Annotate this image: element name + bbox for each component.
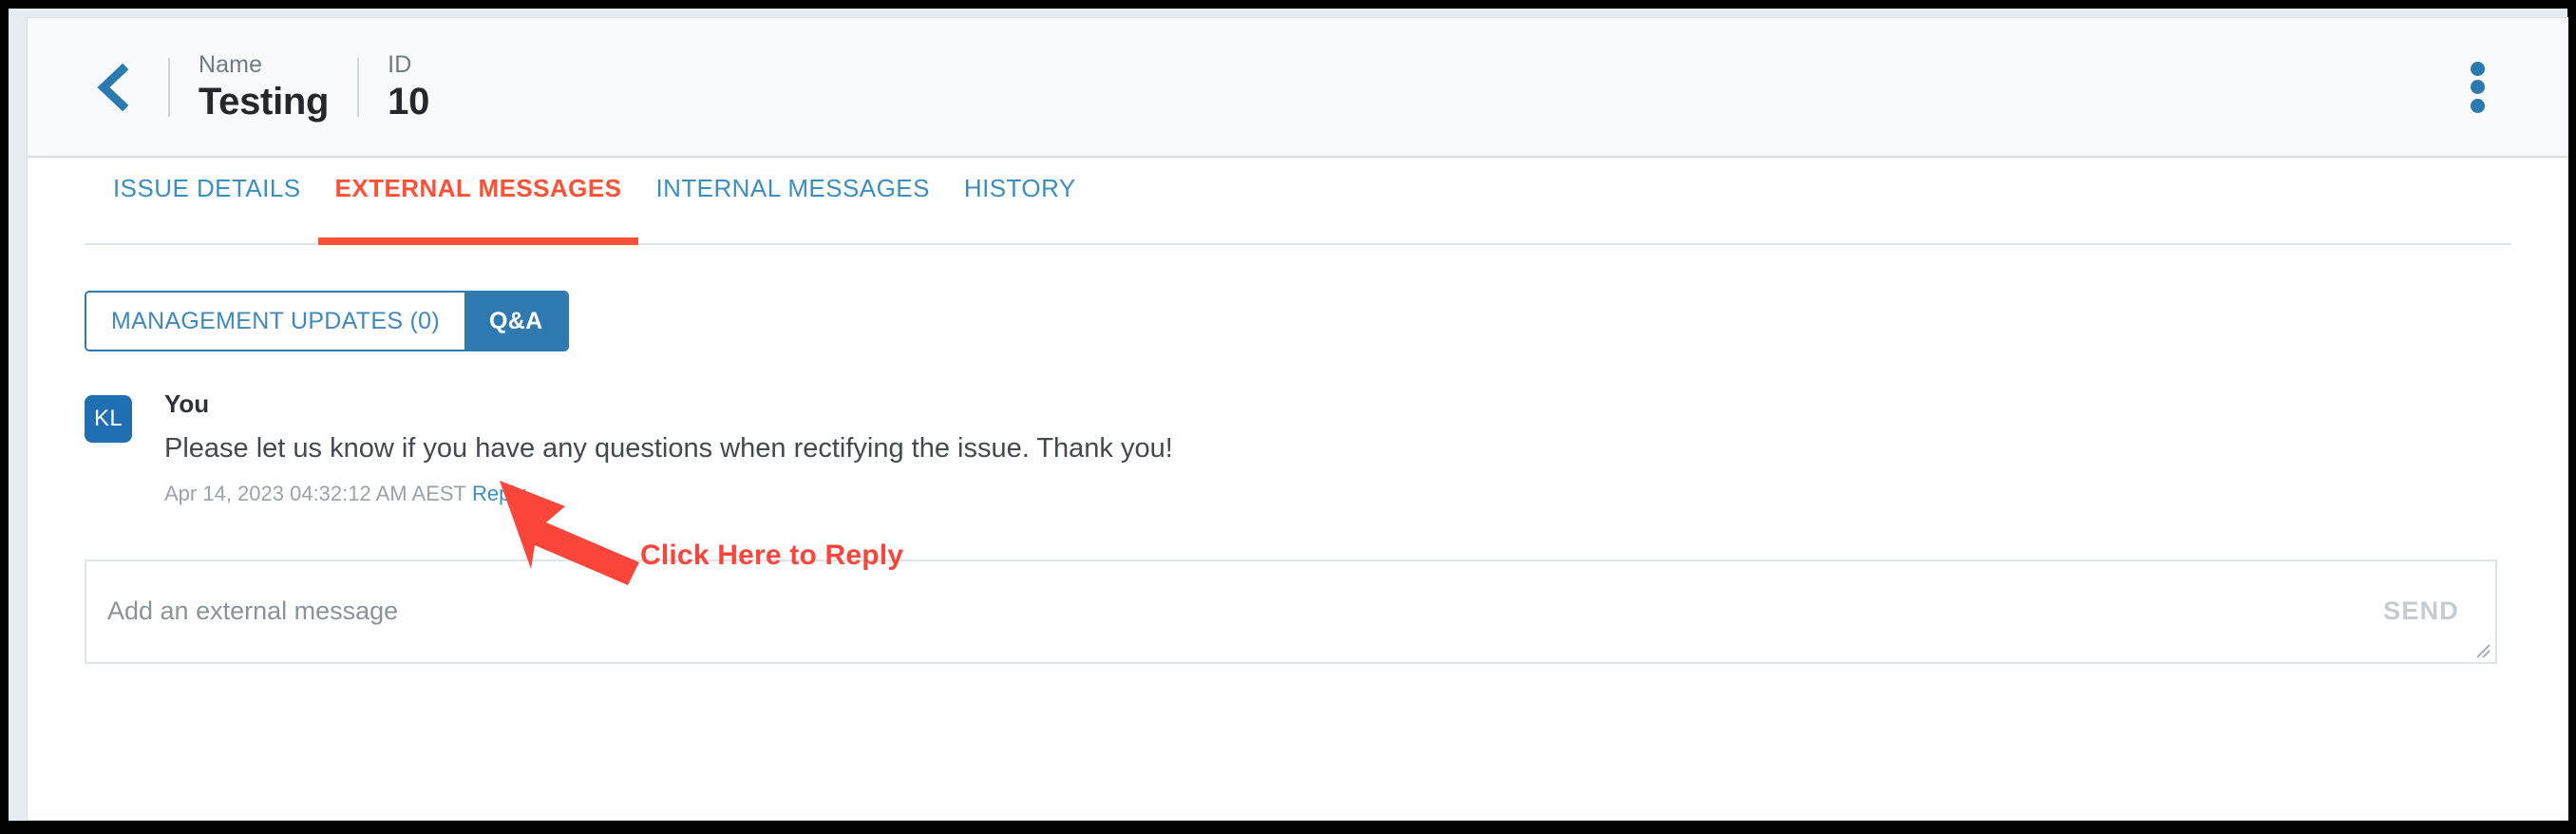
message-timestamp: Apr 14, 2023 04:32:12 AM AEST xyxy=(164,482,466,506)
tab-issue-details[interactable]: ISSUE DETAILS xyxy=(96,174,318,243)
header-name-label: Name xyxy=(199,50,263,78)
resize-handle-icon[interactable] xyxy=(2472,639,2492,660)
list-item: KL You Please let us know if you have an… xyxy=(85,389,2511,508)
screenshot-frame: Name Testing ID 10 ISSUE DETAILS EXTERNA… xyxy=(0,0,2576,834)
page-header: Name Testing ID 10 xyxy=(28,18,2568,158)
header-field-id: ID 10 xyxy=(388,51,429,123)
header-field-name: Name Testing xyxy=(199,51,329,123)
tab-history[interactable]: HISTORY xyxy=(947,174,1093,243)
header-divider-2 xyxy=(357,57,360,117)
header-name-value: Testing xyxy=(199,81,330,123)
tabs-container: ISSUE DETAILS EXTERNAL MESSAGES INTERNAL… xyxy=(28,158,2568,245)
message-body: You Please let us know if you have any q… xyxy=(164,389,1173,508)
back-button[interactable] xyxy=(86,61,140,114)
issue-detail-card: Name Testing ID 10 ISSUE DETAILS EXTERNA… xyxy=(27,17,2568,821)
message-author: You xyxy=(164,389,210,418)
external-messages-panel: MANAGEMENT UPDATES (0) Q&A KL You Please… xyxy=(28,245,2568,664)
message-type-toggle: MANAGEMENT UPDATES (0) Q&A xyxy=(85,291,570,351)
tab-internal-messages[interactable]: INTERNAL MESSAGES xyxy=(638,174,946,243)
kebab-dot-1 xyxy=(2470,61,2485,76)
header-divider-1 xyxy=(168,57,170,117)
chevron-left-icon xyxy=(96,63,130,111)
send-button[interactable]: SEND xyxy=(2364,597,2495,626)
header-id-label: ID xyxy=(388,50,412,78)
message-list: KL You Please let us know if you have an… xyxy=(85,389,2511,508)
external-message-input[interactable] xyxy=(86,560,2365,662)
kebab-dot-3 xyxy=(2470,98,2485,113)
segment-management-updates[interactable]: MANAGEMENT UPDATES (0) xyxy=(86,293,464,350)
message-text: Please let us know if you have any quest… xyxy=(164,433,1173,464)
tab-bar: ISSUE DETAILS EXTERNAL MESSAGES INTERNAL… xyxy=(85,158,2511,245)
avatar: KL xyxy=(85,395,132,443)
tab-external-messages[interactable]: EXTERNAL MESSAGES xyxy=(317,174,639,245)
header-id-value: 10 xyxy=(388,81,430,123)
message-composer[interactable]: SEND xyxy=(85,559,2497,664)
segment-qa[interactable]: Q&A xyxy=(464,293,568,350)
composer-container: SEND xyxy=(85,559,2511,664)
kebab-menu-icon[interactable] xyxy=(2456,58,2498,117)
browser-viewport: Name Testing ID 10 ISSUE DETAILS EXTERNA… xyxy=(9,9,2568,821)
kebab-dot-2 xyxy=(2470,80,2485,94)
reply-link[interactable]: Reply xyxy=(472,482,525,505)
message-meta: Apr 14, 2023 04:32:12 AM AEST Reply xyxy=(164,481,1173,508)
